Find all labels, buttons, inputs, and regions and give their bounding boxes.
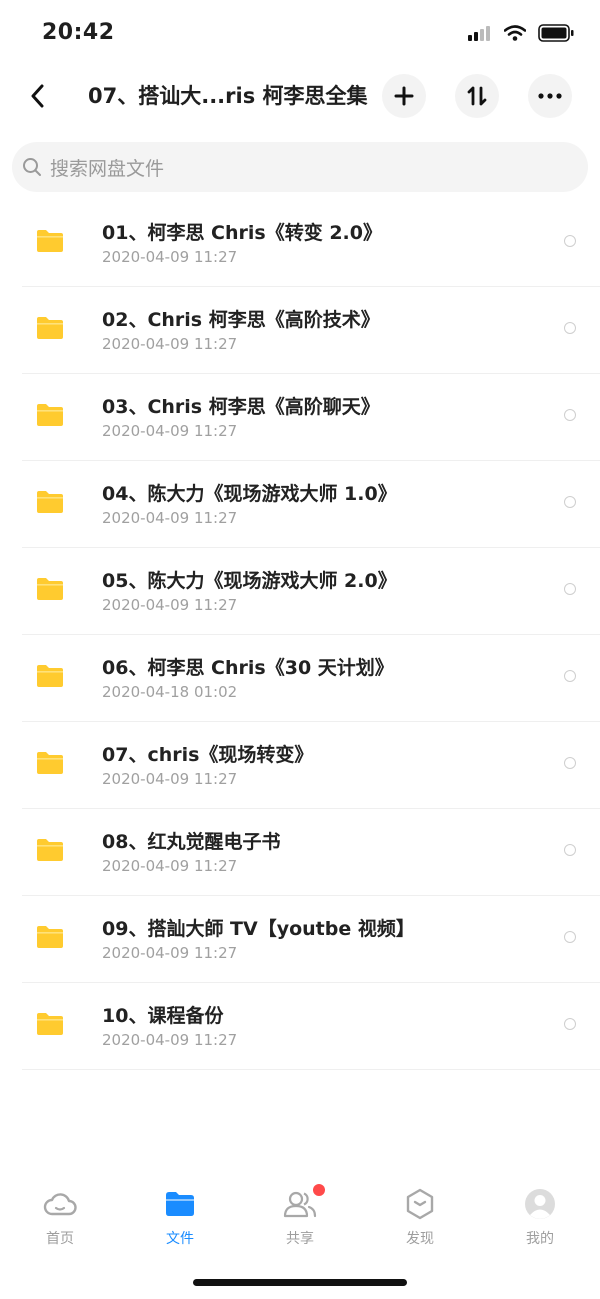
list-item[interactable]: 06、柯李思 Chris《30 天计划》 2020-04-18 01:02 (22, 635, 600, 722)
search-input[interactable]: 搜索网盘文件 (12, 142, 588, 192)
search-icon (23, 158, 41, 176)
battery-icon (538, 24, 574, 46)
nav-bar: 07、搭讪大...ris 柯李思全集 (0, 70, 600, 126)
file-date: 2020-04-09 11:27 (102, 509, 238, 527)
screen: 20:42 07、搭讪大...ris 柯李思全集 搜索网盘文件 01、柯李思 C… (0, 0, 600, 1299)
tab-label: 我的 (526, 1231, 554, 1247)
add-button[interactable] (382, 74, 426, 118)
sort-icon (467, 86, 487, 106)
file-name: 10、课程备份 (102, 1005, 224, 1027)
tab-bar: 首页 文件 共享 发现 我的 (0, 1180, 600, 1260)
list-item[interactable]: 09、搭訕大師 TV【youtbe 视频】 2020-04-09 11:27 (22, 896, 600, 983)
file-name: 05、陈大力《现场游戏大师 2.0》 (102, 570, 397, 592)
more-button[interactable] (528, 74, 572, 118)
tab-discover[interactable]: 发现 (360, 1180, 480, 1260)
wifi-icon (503, 25, 527, 45)
tab-home[interactable]: 首页 (0, 1180, 120, 1260)
list-item[interactable]: 01、柯李思 Chris《转变 2.0》 2020-04-09 11:27 (22, 200, 600, 287)
file-date: 2020-04-09 11:27 (102, 857, 238, 875)
list-item[interactable]: 08、红丸觉醒电子书 2020-04-09 11:27 (22, 809, 600, 896)
select-radio[interactable] (564, 583, 576, 595)
select-radio[interactable] (564, 235, 576, 247)
status-icons (468, 24, 574, 46)
list-item[interactable]: 05、陈大力《现场游戏大师 2.0》 2020-04-09 11:27 (22, 548, 600, 635)
file-date: 2020-04-09 11:27 (102, 596, 238, 614)
chevron-left-icon (31, 84, 44, 108)
notification-badge (313, 1184, 325, 1196)
file-date: 2020-04-09 11:27 (102, 944, 238, 962)
list-item[interactable]: 07、chris《现场转变》 2020-04-09 11:27 (22, 722, 600, 809)
folder-icon (36, 664, 64, 692)
folder-icon (36, 403, 64, 431)
folder-icon (36, 751, 64, 779)
folder-icon (36, 490, 64, 518)
file-name: 03、Chris 柯李思《高阶聊天》 (102, 396, 380, 418)
list-item[interactable]: 02、Chris 柯李思《高阶技术》 2020-04-09 11:27 (22, 287, 600, 374)
sort-button[interactable] (455, 74, 499, 118)
more-icon (538, 93, 562, 99)
select-radio[interactable] (564, 322, 576, 334)
page-title: 07、搭讪大...ris 柯李思全集 (88, 84, 368, 108)
folder-icon (36, 229, 64, 257)
file-date: 2020-04-09 11:27 (102, 422, 238, 440)
file-name: 04、陈大力《现场游戏大师 1.0》 (102, 483, 397, 505)
file-name: 09、搭訕大師 TV【youtbe 视频】 (102, 918, 415, 940)
file-date: 2020-04-09 11:27 (102, 770, 238, 788)
select-radio[interactable] (564, 931, 576, 943)
tab-share[interactable]: 共享 (240, 1180, 360, 1260)
search-placeholder: 搜索网盘文件 (50, 158, 165, 180)
list-item[interactable]: 04、陈大力《现场游戏大师 1.0》 2020-04-09 11:27 (22, 461, 600, 548)
signal-icon (468, 25, 492, 45)
status-bar: 20:42 (0, 0, 600, 70)
tab-files[interactable]: 文件 (120, 1180, 240, 1260)
select-radio[interactable] (564, 757, 576, 769)
folder-icon (165, 1186, 195, 1222)
file-date: 2020-04-09 11:27 (102, 335, 238, 353)
file-list: 01、柯李思 Chris《转变 2.0》 2020-04-09 11:27 02、C… (0, 200, 600, 1070)
select-radio[interactable] (564, 496, 576, 508)
back-button[interactable] (18, 76, 58, 116)
folder-icon (36, 1012, 64, 1040)
file-date: 2020-04-09 11:27 (102, 248, 238, 266)
folder-icon (36, 316, 64, 344)
file-name: 07、chris《现场转变》 (102, 744, 314, 766)
list-item[interactable]: 10、课程备份 2020-04-09 11:27 (22, 983, 600, 1070)
select-radio[interactable] (564, 670, 576, 682)
discover-icon (405, 1186, 435, 1222)
tab-label: 发现 (406, 1231, 434, 1247)
tab-label: 共享 (286, 1231, 314, 1247)
folder-icon (36, 577, 64, 605)
avatar-icon (524, 1186, 556, 1222)
tab-label: 文件 (166, 1231, 194, 1247)
select-radio[interactable] (564, 409, 576, 421)
list-item[interactable]: 03、Chris 柯李思《高阶聊天》 2020-04-09 11:27 (22, 374, 600, 461)
file-name: 01、柯李思 Chris《转变 2.0》 (102, 222, 382, 244)
file-name: 06、柯李思 Chris《30 天计划》 (102, 657, 394, 679)
status-time: 20:42 (42, 20, 115, 45)
select-radio[interactable] (564, 844, 576, 856)
tab-label: 首页 (46, 1231, 74, 1247)
file-date: 2020-04-09 11:27 (102, 1031, 238, 1049)
file-name: 02、Chris 柯李思《高阶技术》 (102, 309, 380, 331)
cloud-icon (43, 1186, 77, 1222)
file-name: 08、红丸觉醒电子书 (102, 831, 281, 853)
add-icon (394, 86, 414, 106)
folder-icon (36, 925, 64, 953)
tab-me[interactable]: 我的 (480, 1180, 600, 1260)
file-date: 2020-04-18 01:02 (102, 683, 238, 701)
folder-icon (36, 838, 64, 866)
home-indicator[interactable] (193, 1279, 407, 1286)
people-icon (283, 1184, 325, 1222)
select-radio[interactable] (564, 1018, 576, 1030)
